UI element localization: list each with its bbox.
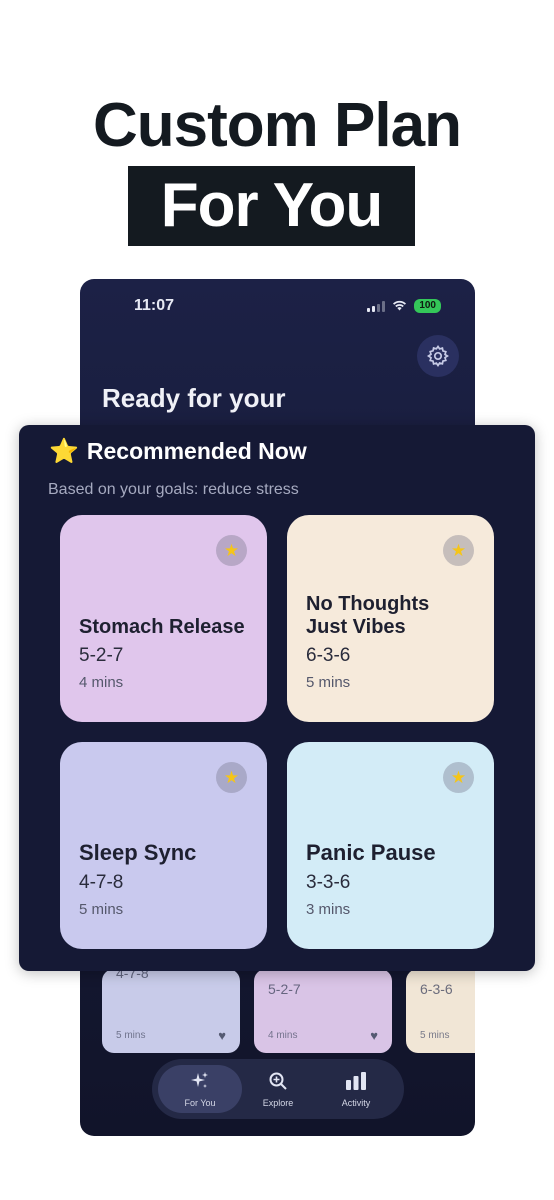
zoom-icon	[268, 1071, 288, 1095]
tab-label: Activity	[341, 1097, 371, 1108]
panel-subtitle: Based on your goals: reduce stress	[48, 481, 299, 498]
headline-for-you: For You	[128, 166, 415, 246]
card-pattern: 5-2-7	[268, 981, 301, 997]
card-title-line: No Thoughts	[306, 593, 430, 615]
tab-bar: For You Explore Activity	[152, 1059, 404, 1119]
card-title: No Thoughts Just Vibes	[306, 593, 429, 639]
background-card[interactable]: 4-7-8 5 mins ♥	[102, 965, 240, 1053]
star-icon: ⭐	[49, 438, 79, 465]
settings-button[interactable]	[417, 335, 459, 377]
exercise-card[interactable]: ★ No Thoughts Just Vibes 6-3-6 5 mins	[287, 515, 494, 722]
headline-custom-plan: Custom Plan	[93, 91, 462, 160]
card-duration: 5 mins	[420, 1030, 450, 1041]
favorite-star-icon[interactable]: ★	[216, 535, 247, 566]
tab-explore[interactable]: Explore	[236, 1065, 320, 1113]
tab-activity[interactable]: Activity	[314, 1065, 398, 1113]
wifi-icon	[392, 300, 407, 312]
card-duration: 5 mins	[306, 674, 351, 691]
card-pattern: 4-7-8	[79, 872, 124, 893]
card-duration: 5 mins	[116, 1030, 146, 1041]
tab-for-you[interactable]: For You	[158, 1065, 242, 1113]
card-duration: 3 mins	[306, 901, 351, 918]
card-duration: 4 mins	[268, 1030, 298, 1041]
card-duration: 5 mins	[79, 901, 124, 918]
card-pattern: 6-3-6	[420, 981, 453, 997]
greeting-heading: Ready for your	[102, 383, 286, 413]
favorite-star-icon[interactable]: ★	[443, 762, 474, 793]
card-pattern: 6-3-6	[306, 645, 351, 666]
card-title: Stomach Release	[79, 616, 245, 638]
battery-indicator: 100	[414, 299, 441, 313]
card-title-line: Just Vibes	[306, 616, 406, 638]
panel-title: ⭐ Recommended Now	[49, 437, 307, 466]
bar-chart-icon	[345, 1071, 367, 1095]
favorite-star-icon[interactable]: ★	[216, 762, 247, 793]
favorite-star-icon[interactable]: ★	[443, 535, 474, 566]
exercise-card[interactable]: ★ Panic Pause 3-3-6 3 mins	[287, 742, 494, 949]
card-pattern: 3-3-6	[306, 872, 351, 893]
recommended-panel: ⭐ Recommended Now Based on your goals: r…	[19, 425, 535, 971]
sparkles-icon	[190, 1071, 210, 1095]
status-icons: 100	[367, 299, 441, 313]
heart-icon[interactable]: ♥	[370, 1028, 378, 1043]
panel-title-text: Recommended Now	[86, 438, 307, 464]
cellular-signal-icon	[367, 300, 386, 312]
gear-icon	[426, 344, 449, 368]
status-time: 11:07	[134, 297, 175, 314]
card-duration: 4 mins	[79, 674, 124, 691]
card-title: Panic Pause	[306, 840, 436, 865]
exercise-card[interactable]: ★ Stomach Release 5-2-7 4 mins	[60, 515, 267, 722]
heart-icon[interactable]: ♥	[218, 1028, 226, 1043]
tab-label: Explore	[262, 1097, 294, 1108]
tab-label: For You	[184, 1097, 216, 1108]
card-title: Sleep Sync	[79, 840, 197, 865]
card-pattern: 5-2-7	[79, 645, 124, 666]
background-card[interactable]: 5-2-7 4 mins ♥	[254, 969, 392, 1053]
exercise-card[interactable]: ★ Sleep Sync 4-7-8 5 mins	[60, 742, 267, 949]
background-card[interactable]: 6-3-6 5 mins	[406, 969, 475, 1053]
